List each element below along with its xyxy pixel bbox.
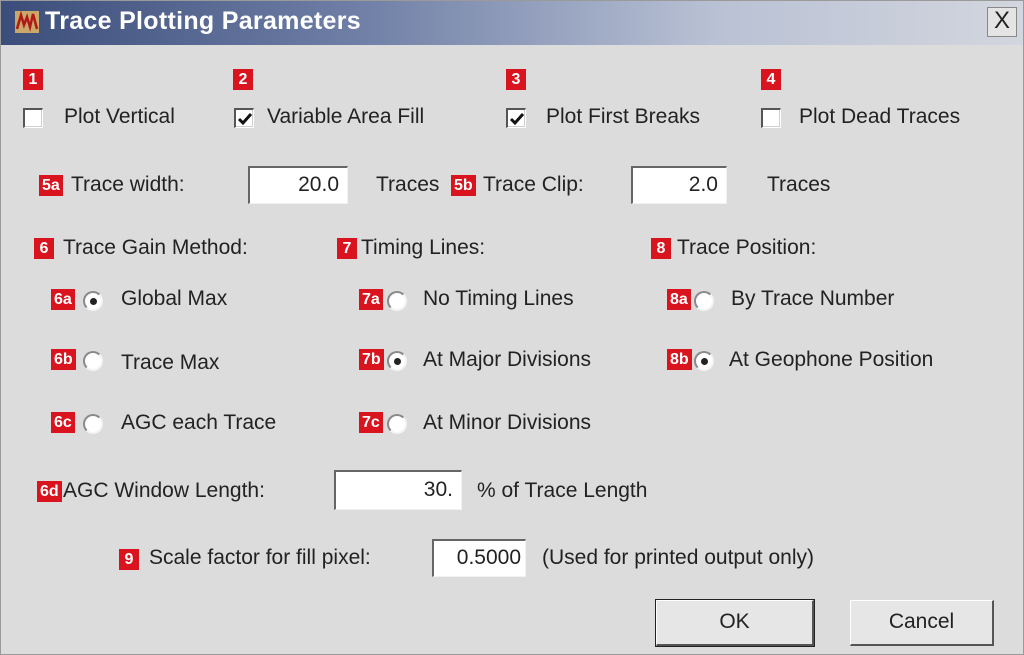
geophone-position-label: At Geophone Position (729, 348, 934, 371)
variable-area-fill-checkbox[interactable] (234, 108, 254, 128)
agc-window-length-label: AGC Window Length: (63, 479, 265, 502)
badge-6a: 6a (51, 289, 75, 310)
badge-1: 1 (23, 69, 43, 90)
badge-8: 8 (651, 238, 671, 259)
global-max-label: Global Max (121, 287, 228, 310)
badge-4: 4 (761, 69, 781, 90)
badge-3: 3 (506, 69, 526, 90)
geophone-position-radio[interactable] (694, 351, 714, 371)
scale-factor-label: Scale factor for fill pixel: (149, 546, 371, 569)
trace-width-label: Trace width: (71, 173, 185, 196)
major-divisions-radio[interactable] (387, 351, 407, 371)
by-trace-number-radio[interactable] (694, 291, 714, 311)
trace-position-label: Trace Position: (677, 236, 817, 259)
app-icon (15, 11, 39, 33)
agc-each-trace-radio[interactable] (83, 414, 103, 434)
badge-7: 7 (337, 238, 357, 259)
trace-clip-label: Trace Clip: (483, 173, 584, 196)
plot-vertical-label: Plot Vertical (64, 105, 175, 128)
checkmark-icon (237, 113, 253, 126)
trace-clip-unit: Traces (767, 173, 831, 196)
no-timing-lines-radio[interactable] (387, 291, 407, 311)
badge-6c: 6c (51, 412, 75, 433)
agc-window-unit: % of Trace Length (477, 479, 648, 502)
trace-width-unit: Traces (376, 173, 440, 196)
badge-7c: 7c (359, 412, 383, 433)
badge-2: 2 (233, 69, 253, 90)
variable-area-fill-label: Variable Area Fill (267, 105, 425, 128)
badge-5b: 5b (451, 175, 476, 196)
scale-factor-note: (Used for printed output only) (542, 546, 814, 569)
trace-width-field[interactable]: 20.0 (248, 166, 348, 204)
badge-5a: 5a (39, 175, 63, 196)
badge-8a: 8a (667, 289, 691, 310)
cancel-button[interactable]: Cancel (850, 600, 994, 646)
by-trace-number-label: By Trace Number (731, 287, 895, 310)
minor-divisions-label: At Minor Divisions (423, 411, 592, 434)
plot-dead-traces-checkbox[interactable] (761, 108, 781, 128)
ok-button[interactable]: OK (655, 599, 815, 647)
plot-first-breaks-checkbox[interactable] (506, 108, 526, 128)
no-timing-lines-label: No Timing Lines (423, 287, 574, 310)
plot-dead-traces-label: Plot Dead Traces (799, 105, 961, 128)
major-divisions-label: At Major Divisions (423, 348, 592, 371)
checkmark-icon (509, 113, 525, 126)
badge-6: 6 (34, 238, 54, 259)
plot-first-breaks-label: Plot First Breaks (546, 105, 701, 128)
badge-7a: 7a (359, 289, 383, 310)
trace-gain-method-label: Trace Gain Method: (63, 236, 248, 259)
timing-lines-label: Timing Lines: (361, 236, 486, 259)
badge-6b: 6b (51, 349, 76, 370)
title-bar[interactable]: Trace Plotting Parameters X (1, 1, 1023, 45)
agc-window-length-field[interactable]: 30. (334, 470, 462, 510)
trace-max-label: Trace Max (121, 351, 220, 374)
global-max-radio[interactable] (83, 291, 103, 311)
trace-clip-field[interactable]: 2.0 (631, 166, 727, 204)
trace-plotting-dialog: Trace Plotting Parameters X 1 Plot Verti… (0, 0, 1024, 655)
plot-vertical-checkbox[interactable] (23, 108, 43, 128)
trace-max-radio[interactable] (83, 351, 103, 371)
badge-6d: 6d (37, 481, 62, 502)
window-title: Trace Plotting Parameters (45, 7, 361, 35)
badge-7b: 7b (359, 349, 384, 370)
scale-factor-field[interactable]: 0.5000 (432, 539, 526, 577)
badge-9: 9 (119, 549, 139, 570)
minor-divisions-radio[interactable] (387, 414, 407, 434)
agc-each-trace-label: AGC each Trace (121, 411, 277, 434)
badge-8b: 8b (667, 349, 692, 370)
close-button[interactable]: X (987, 7, 1017, 37)
